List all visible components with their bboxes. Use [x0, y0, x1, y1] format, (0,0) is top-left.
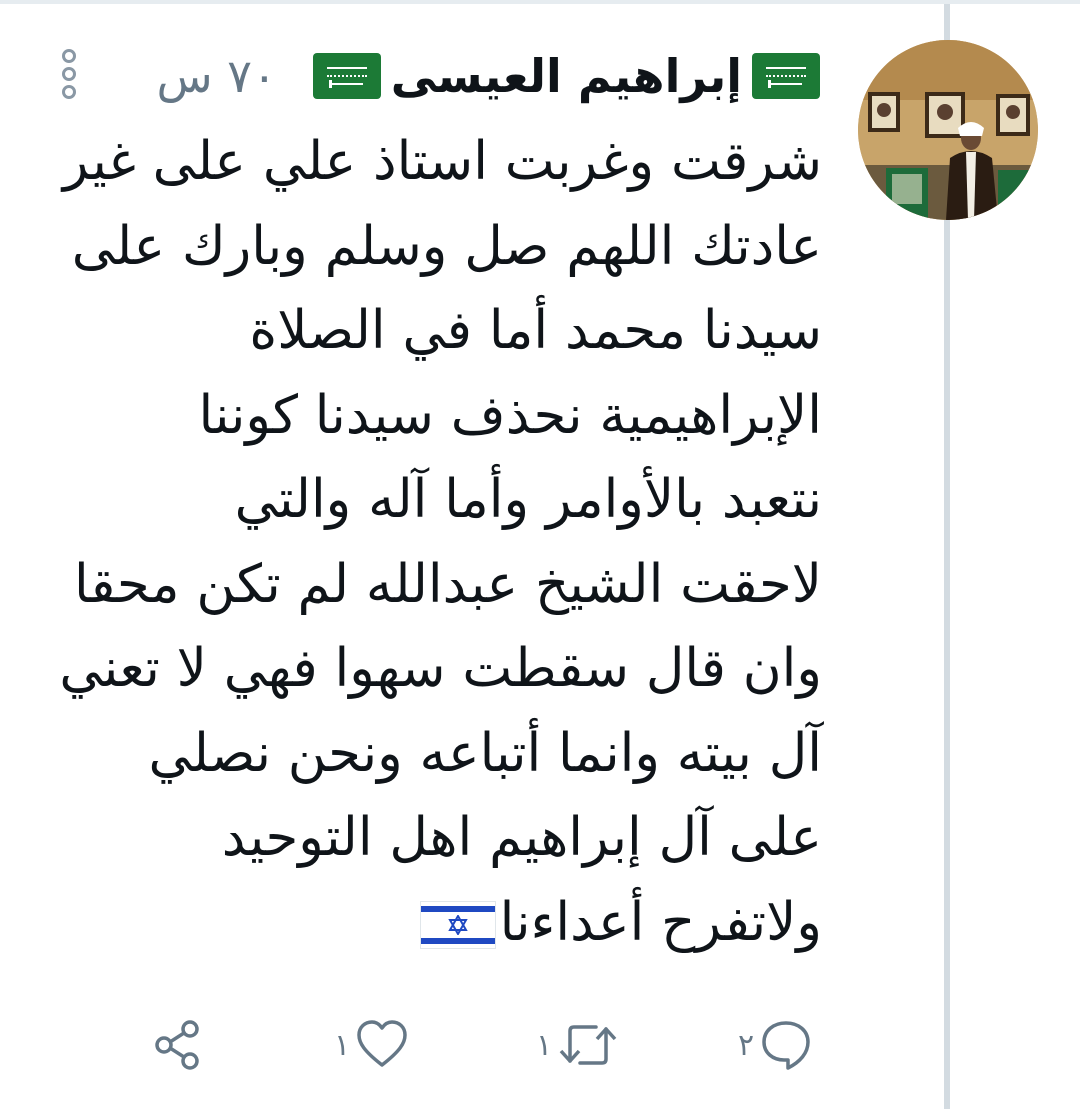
tweet-line: آل بيته وانما أتباعه ونحن نصلي: [148, 722, 822, 784]
heart-icon: [357, 1020, 407, 1067]
avatar-photo: [858, 40, 1038, 220]
more-options-icon[interactable]: [58, 48, 80, 100]
retweet-count: ١: [536, 1027, 553, 1063]
saudi-flag-icon: [752, 53, 820, 99]
reply-button[interactable]: ٢: [738, 1010, 814, 1080]
tweet-text: شرقت وغربت استاذ علي على غير عادتك اللهم…: [32, 120, 822, 965]
tweet-line: لاحقت الشيخ عبدالله لم تكن محقا: [73, 553, 822, 615]
top-divider: [0, 0, 1080, 4]
author-name[interactable]: إبراهيم العيسى: [391, 49, 742, 103]
tweet-line-text: ولاتفرح أعداءنا: [499, 891, 822, 953]
tweet-line: عادتك اللهم صل وسلم وبارك على: [71, 215, 822, 277]
reply-count: ٢: [738, 1027, 755, 1063]
avatar[interactable]: [858, 40, 1038, 220]
like-count: ١: [334, 1027, 351, 1063]
retweet-icon: [559, 1025, 617, 1065]
saudi-flag-icon: [312, 53, 381, 99]
tweet-line: سيدنا محمد أما في الصلاة: [249, 300, 822, 361]
tweet-line: الإبراهيمية نحذف سيدنا كوننا: [198, 384, 822, 446]
share-button[interactable]: [150, 1010, 206, 1080]
tweet-line: وان قال سقطت سهوا فهي لا تعني: [59, 638, 822, 699]
reply-icon: [762, 1021, 810, 1070]
tweet-line-last: ولاتفرح أعداءنا: [32, 881, 822, 966]
tweet-actions: ١ ١ ٢: [0, 1010, 1080, 1080]
tweet-line: على آل إبراهيم اهل التوحيد: [221, 807, 822, 868]
israel-flag-icon: [419, 900, 496, 949]
tweet-header: إبراهيم العيسى ٧٠ س: [156, 44, 820, 108]
tweet-line: نتعبد بالأوامر وأما آله والتي: [234, 469, 822, 530]
like-button[interactable]: ١: [334, 1010, 410, 1080]
timestamp[interactable]: ٧٠ س: [156, 49, 276, 103]
share-icon: [155, 1020, 199, 1070]
tweet-line: شرقت وغربت استاذ علي على غير: [62, 131, 822, 192]
retweet-button[interactable]: ١: [536, 1010, 620, 1080]
